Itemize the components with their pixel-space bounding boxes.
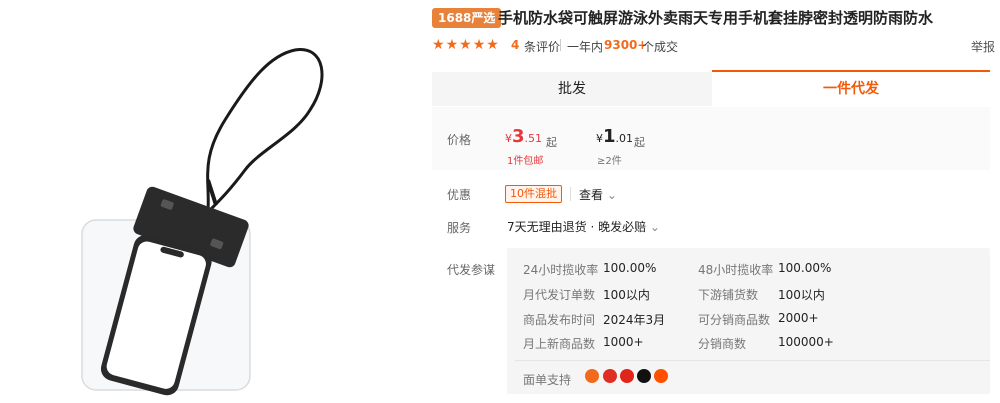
deal-label: 个成交	[642, 40, 679, 54]
product-image	[81, 48, 324, 396]
param-value: 2000+	[778, 311, 819, 325]
star-icon: ★	[459, 37, 472, 53]
param-value: 100000+	[778, 335, 834, 349]
lanyard	[206, 48, 324, 212]
price-tier-1-note: 1件包邮	[507, 156, 544, 167]
price-unit: 起	[546, 136, 557, 149]
price-label: 价格	[447, 133, 472, 147]
param-value: 100以内	[603, 288, 650, 302]
kuaishou-logo-icon	[654, 369, 668, 383]
param-value: 100以内	[778, 288, 825, 302]
param-label: 48小时揽收率	[698, 263, 774, 277]
divider	[570, 187, 571, 201]
price-unit: 起	[634, 136, 645, 149]
service-text: 7天无理由退货 · 晚发必赔	[507, 220, 647, 234]
price-tier-2: ¥1.01	[596, 126, 633, 147]
star-icon: ★	[472, 37, 486, 53]
coupon-badge[interactable]: 10件混批	[505, 185, 562, 203]
year-label: 一年内	[567, 40, 604, 54]
param-value: 1000+	[603, 335, 644, 349]
view-promo-button[interactable]: 查看 ⌄	[579, 186, 617, 203]
param-label: 月代发订单数	[523, 288, 596, 302]
currency-symbol: ¥	[596, 132, 603, 145]
price-tier-2-note: ≥2件	[597, 156, 622, 167]
star-icon: ★	[486, 37, 499, 53]
promo-label: 优惠	[447, 188, 472, 202]
price-decimal: .51	[524, 132, 543, 145]
dropship-label: 代发参谋	[447, 263, 496, 277]
param-label: 商品发布时间	[523, 313, 596, 327]
chevron-down-icon: ⌄	[606, 188, 617, 202]
taobao-logo-icon	[585, 369, 599, 383]
douyin-logo-icon	[637, 369, 651, 383]
star-icon: ★	[432, 37, 445, 53]
param-label: 下游铺货数	[698, 288, 759, 302]
tab-dropship[interactable]: 一件代发	[712, 70, 990, 106]
service-label: 服务	[447, 221, 472, 235]
view-label: 查看	[579, 188, 604, 202]
price-tier-1: ¥3.51	[505, 126, 542, 147]
param-label: 分销商数	[698, 337, 747, 351]
review-label[interactable]: 条评价	[524, 38, 560, 55]
param-value: 2024年3月	[603, 313, 666, 327]
currency-symbol: ¥	[505, 132, 512, 145]
star-icon: ★	[445, 37, 459, 53]
param-label: 24小时揽收率	[523, 263, 599, 277]
yanxuan-badge: 1688严选	[432, 8, 502, 28]
price-integer: 3	[512, 126, 525, 147]
product-title: 手机防水袋可触屏游泳外卖雨天专用手机套挂脖密封透明防雨防水	[498, 9, 934, 27]
service-dropdown[interactable]: 7天无理由退货 · 晚发必赔 ⌄	[507, 218, 660, 235]
price-decimal: .01	[615, 132, 634, 145]
divider	[560, 39, 561, 51]
param-value: 100.00%	[778, 261, 832, 275]
param-label: 可分销商品数	[698, 313, 771, 327]
pinduoduo-logo-icon	[603, 369, 617, 383]
report-link[interactable]: 举报	[971, 38, 995, 55]
rating-stars: ★ ★ ★ ★ ★	[432, 37, 499, 53]
review-count[interactable]: 4	[511, 38, 519, 52]
jd-logo-icon	[620, 369, 634, 383]
divider	[515, 360, 990, 361]
param-label: 月上新商品数	[523, 337, 596, 351]
price-integer: 1	[603, 126, 616, 147]
param-value: 100.00%	[603, 261, 657, 275]
waybill-support-label: 面单支持	[523, 373, 572, 387]
chevron-down-icon: ⌄	[649, 220, 660, 234]
tab-wholesale[interactable]: 批发	[432, 72, 712, 106]
deal-count: 9300+	[604, 38, 648, 52]
